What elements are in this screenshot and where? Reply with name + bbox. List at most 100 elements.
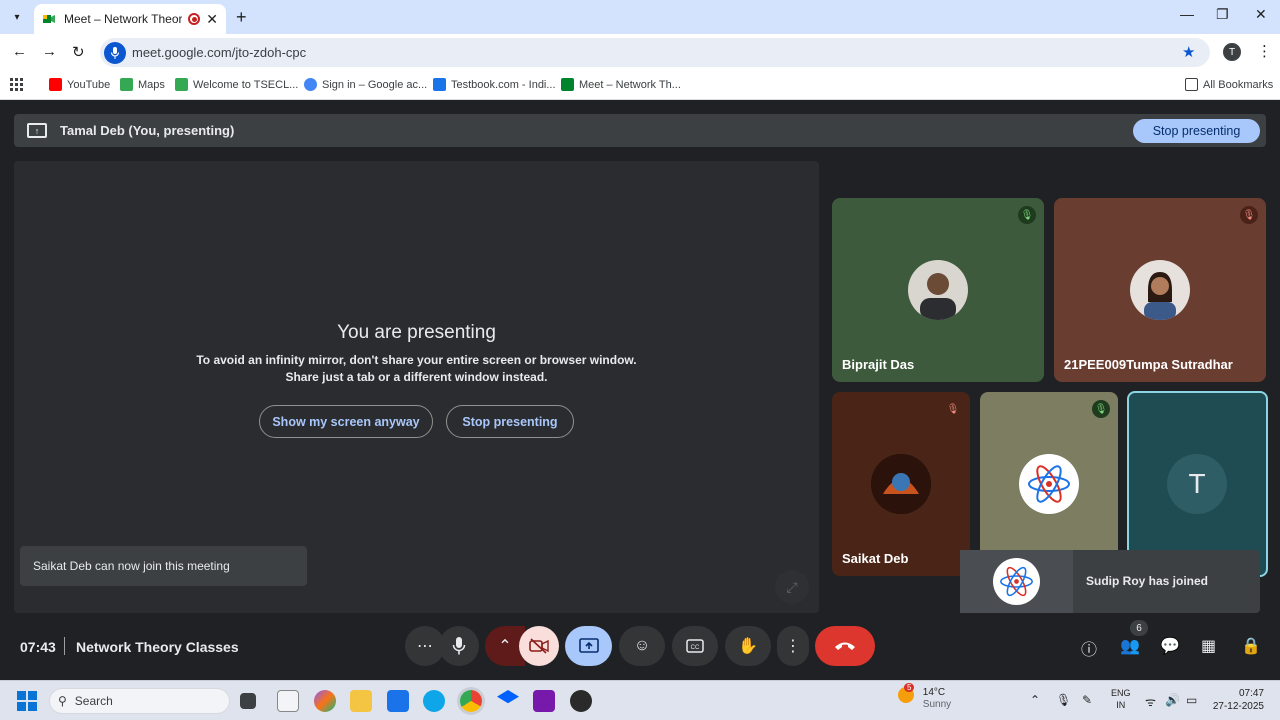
raise-hand-icon[interactable]: ✋ (725, 626, 771, 666)
restore-icon[interactable]: ❐ (1216, 6, 1229, 23)
browser-tab-meet[interactable]: Meet – Network Theory Cla ✕ (34, 4, 226, 34)
host-controls-lock-icon[interactable]: 🔒 (1241, 636, 1261, 656)
stop-presenting-top-button[interactable]: Stop presenting (1133, 119, 1260, 143)
tab-close-icon[interactable]: ✕ (206, 11, 218, 28)
present-screen-button[interactable] (565, 626, 612, 666)
present-screen-icon (578, 638, 599, 653)
presenter-name: Tamal Deb (You, presenting) (60, 123, 235, 138)
battery-icon[interactable]: ▭ (1186, 693, 1197, 707)
more-options-vertical-icon[interactable]: ⋮ (777, 626, 809, 666)
bookmark-tsecl[interactable]: Welcome to TSECL... (175, 78, 298, 91)
window-close-icon[interactable]: ✕ (1255, 6, 1267, 23)
amazon-app-icon[interactable] (277, 690, 299, 712)
mic-permission-icon[interactable] (104, 41, 126, 64)
join-permission-toast: Saikat Deb can now join this meeting (20, 546, 307, 586)
participant-tile-unnamed[interactable]: 🎙 (980, 392, 1118, 576)
mic-off-icon: 🎙 (946, 403, 960, 415)
stop-presenting-button[interactable]: Stop presenting (446, 405, 574, 438)
participant-tile-biprajit[interactable]: 🎙 Biprajit Das (832, 198, 1044, 382)
mic-off-icon: 🎙 (1018, 206, 1036, 224)
tab-title: Meet – Network Theory Cla (64, 12, 183, 26)
maps-icon (120, 78, 133, 91)
profile-avatar[interactable]: T (1223, 43, 1241, 61)
participant-tile-tumpa[interactable]: 🎙 21PEE009Tumpa Sutradhar (1054, 198, 1266, 382)
browser-tabstrip: ▾ Meet – Network Theory Cla ✕ + — ❐ ✕ (0, 0, 1280, 34)
windows-taskbar: ⚲ Search 5 14°C Sunny ⌃ 🎙 ✎ ENG IN ᯤ 🔊 ▭… (0, 680, 1280, 720)
recording-icon (188, 13, 201, 25)
dropbox-icon[interactable] (497, 690, 519, 704)
leave-call-button[interactable] (815, 626, 875, 666)
wifi-icon[interactable]: ᯤ (1145, 693, 1156, 710)
onenote-icon[interactable] (533, 690, 555, 712)
volume-icon[interactable]: 🔊 (1165, 693, 1180, 707)
store-icon[interactable] (387, 690, 409, 712)
participant-tile-saikat[interactable]: 🎙 Saikat Deb (832, 392, 970, 576)
stage-message: To avoid an infinity mirror, don't share… (196, 353, 637, 384)
task-view-icon[interactable] (240, 693, 256, 709)
avatar (871, 454, 931, 514)
initial-avatar: T (1167, 454, 1227, 514)
forward-arrow-icon[interactable]: → (42, 43, 57, 60)
bookmark-meet[interactable]: Meet – Network Th... (561, 78, 681, 91)
url-text: meet.google.com/jto-zdoh-cpc (132, 45, 307, 60)
camera-off-button[interactable] (519, 626, 559, 666)
bookmark-star-icon[interactable]: ★ (1182, 43, 1195, 61)
sun-icon: 5 (898, 683, 915, 703)
meeting-info-icon[interactable]: ⓘ (1081, 636, 1097, 660)
edge-icon[interactable] (423, 690, 445, 712)
people-icon[interactable]: 👥 (1120, 636, 1140, 656)
svg-text:CC: CC (691, 645, 700, 651)
bookmark-maps[interactable]: Maps (120, 78, 165, 91)
browser-menu-icon[interactable]: ⋮ (1257, 42, 1272, 60)
presenting-banner: ↑ Tamal Deb (You, presenting) Stop prese… (14, 114, 1266, 147)
search-icon: ⚲ (58, 694, 67, 708)
browser-toolbar: ← → ↻ meet.google.com/jto-zdoh-cpc ★ (0, 34, 1280, 72)
language-indicator[interactable]: ENG IN (1111, 687, 1131, 711)
bookmark-google-signin[interactable]: Sign in – Google ac... (304, 78, 427, 91)
avatar (1130, 260, 1190, 320)
chrome-icon[interactable] (460, 690, 482, 712)
meeting-name: Network Theory Classes (76, 639, 239, 655)
tab-search-chevron-icon[interactable]: ▾ (8, 8, 26, 26)
taskbar-search[interactable]: ⚲ Search (49, 688, 230, 714)
minimize-icon[interactable]: — (1180, 6, 1194, 22)
participant-name: Saikat Deb (842, 551, 909, 566)
google-icon (304, 78, 317, 91)
joined-toast: Sudip Roy has joined (960, 550, 1260, 613)
youtube-icon (49, 78, 62, 91)
participant-name: 21PEE009Tumpa Sutradhar (1064, 357, 1233, 372)
bookmarks-bar: YouTube Maps Welcome to TSECL... Sign in… (0, 72, 1280, 100)
mic-off-icon: 🎙 (1092, 400, 1110, 418)
tsecl-icon (175, 78, 188, 91)
copilot-icon[interactable] (314, 690, 336, 712)
captions-icon[interactable]: CC (672, 626, 718, 666)
joined-toast-text: Sudip Roy has joined (1086, 574, 1209, 588)
new-tab-button[interactable]: + (236, 7, 247, 28)
windows-start-icon[interactable] (17, 691, 37, 711)
bookmark-testbook[interactable]: Testbook.com - Indi... (433, 78, 556, 91)
address-bar[interactable]: meet.google.com/jto-zdoh-cpc (100, 38, 1210, 67)
pen-icon[interactable]: ✎ (1082, 693, 1092, 707)
reload-icon[interactable]: ↻ (72, 43, 85, 61)
apps-grid-icon[interactable] (10, 78, 23, 91)
activities-grid-icon[interactable]: ▦ (1201, 636, 1216, 656)
mic-tray-icon[interactable]: 🎙 (1056, 693, 1071, 707)
all-bookmarks[interactable]: All Bookmarks (1185, 78, 1273, 91)
microphone-button[interactable] (439, 626, 479, 666)
show-screen-anyway-button[interactable]: Show my screen anyway (259, 405, 433, 438)
meet-icon (561, 78, 574, 91)
back-arrow-icon[interactable]: ← (12, 43, 27, 60)
meet-favicon-icon (43, 15, 55, 23)
expand-icon[interactable]: ⤢ (775, 570, 809, 604)
stage-title: You are presenting (337, 322, 496, 343)
app-icon[interactable] (570, 690, 592, 712)
system-clock[interactable]: 07:47 27-12-2025 (1212, 687, 1264, 713)
weather-widget[interactable]: 5 14°C Sunny (898, 683, 951, 711)
participant-name: Biprajit Das (842, 357, 915, 372)
emoji-reaction-icon[interactable]: ☺ (619, 626, 665, 666)
tray-chevron-icon[interactable]: ⌃ (1030, 693, 1040, 707)
chat-icon[interactable]: 💬 (1160, 636, 1180, 656)
bookmark-youtube[interactable]: YouTube (49, 78, 110, 91)
microphone-icon (452, 637, 466, 655)
file-explorer-icon[interactable] (350, 690, 372, 712)
